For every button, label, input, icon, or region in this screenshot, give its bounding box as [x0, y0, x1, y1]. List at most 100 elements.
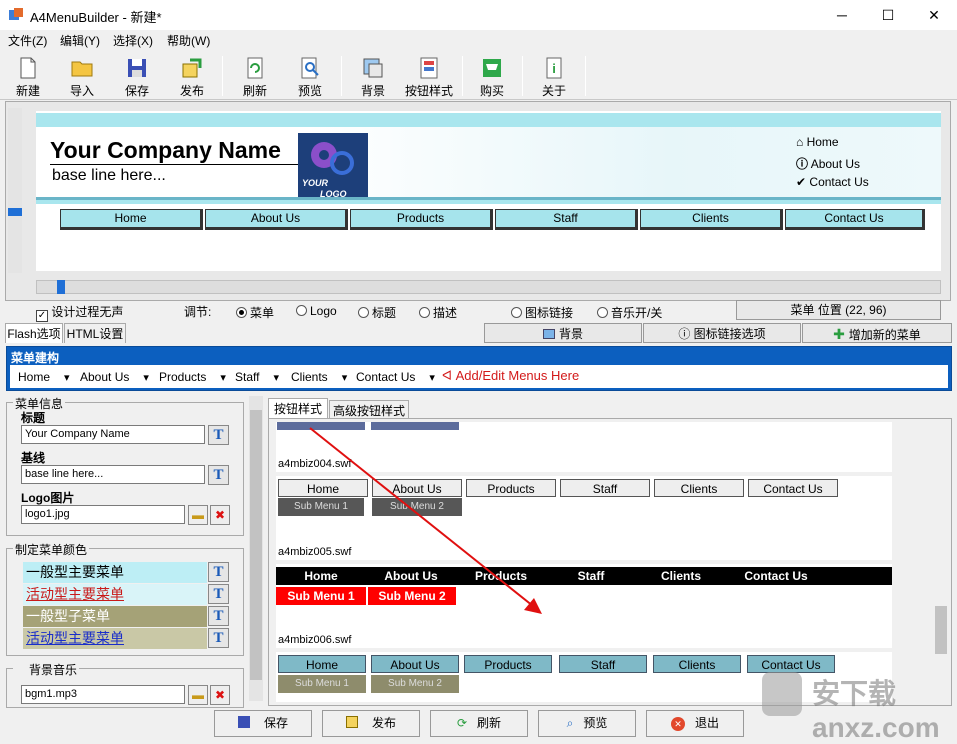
preview-menu-home[interactable]: Home [60, 209, 203, 230]
logo-browse-folder-icon[interactable]: ▬ [188, 505, 208, 525]
tab-button-style[interactable]: 按钮样式 [268, 398, 328, 418]
new-button[interactable]: 新建 [3, 54, 53, 98]
publish-icon [345, 716, 358, 728]
structure-item-products[interactable]: Products [159, 370, 226, 384]
color-active-sub-font-button[interactable]: T [208, 628, 229, 648]
bottom-refresh-button[interactable]: ⟳ 刷新 [430, 710, 528, 737]
radio-music[interactable]: 音乐开/关 [597, 304, 662, 321]
radio-selected-icon [236, 307, 247, 318]
baseline-font-button[interactable]: T [208, 465, 229, 485]
color-active-main[interactable]: 活动型主要菜单 [23, 584, 207, 605]
menu-edit[interactable]: 编辑(Y) [60, 32, 100, 49]
add-new-menu-button[interactable]: ✚ 增加新的菜单 [802, 323, 952, 343]
save-button[interactable]: 保存 [112, 54, 162, 98]
structure-item-contact[interactable]: Contact Us [356, 370, 435, 384]
bottom-save-button[interactable]: 保存 [214, 710, 312, 737]
logo-input[interactable]: logo1.jpg [21, 505, 185, 524]
structure-item-home[interactable]: Home [18, 370, 70, 384]
info-icon: i [546, 57, 562, 79]
title-font-button[interactable]: T [208, 425, 229, 445]
style-list-scrollbar[interactable] [932, 420, 949, 704]
preview-menu-clients[interactable]: Clients [640, 209, 783, 230]
radio-title[interactable]: 标题 [358, 304, 396, 321]
menu-help[interactable]: 帮助(W) [167, 32, 210, 49]
add-edit-menus-link[interactable]: ᐊ Add/Edit Menus Here [442, 368, 579, 384]
import-button[interactable]: 导入 [57, 54, 107, 98]
color-active-main-font-button[interactable]: T [208, 584, 229, 604]
buy-button[interactable]: 购买 [467, 54, 517, 98]
close-button[interactable]: ✕ [911, 0, 957, 30]
publish-button[interactable]: 发布 [167, 54, 217, 98]
window-title: A4MenuBuilder - 新建* [30, 10, 162, 25]
plus-icon: ✚ [833, 326, 849, 342]
radio-logo[interactable]: Logo [296, 304, 337, 318]
top-link-contact[interactable]: ✔ Contact Us [796, 175, 869, 189]
tab-advanced-button-style[interactable]: 高级按钮样式 [329, 400, 409, 420]
button-style-button[interactable]: 按钮样式 [400, 54, 458, 98]
structure-item-clients[interactable]: Clients [291, 370, 347, 384]
color-normal-sub-font-button[interactable]: T [208, 606, 229, 626]
radio-icon [358, 307, 369, 318]
horizontal-ruler-handle[interactable] [57, 280, 65, 294]
toolbar-separator [222, 56, 223, 96]
minimize-button[interactable]: ─ [819, 0, 865, 30]
preview-button[interactable]: 预览 [285, 54, 335, 98]
menu-file[interactable]: 文件(Z) [8, 32, 47, 49]
style-list-scroll-thumb[interactable] [935, 606, 947, 654]
music-browse-folder-icon[interactable]: ▬ [188, 685, 208, 705]
menu-bar: 文件(Z) 编辑(Y) 选择(X) 帮助(W) [0, 30, 957, 50]
bottom-exit-button[interactable]: ✕ 退出 [646, 710, 744, 737]
logo-clear-icon[interactable]: ✖ [210, 505, 230, 525]
preview-menu-about[interactable]: About Us [205, 209, 348, 230]
preview-menu-staff[interactable]: Staff [495, 209, 638, 230]
music-input[interactable]: bgm1.mp3 [21, 685, 185, 704]
color-normal-main[interactable]: 一般型主要菜单 [23, 562, 207, 583]
vertical-ruler-handle[interactable] [8, 208, 22, 216]
exit-icon: ✕ [670, 717, 685, 731]
mute-checkbox[interactable]: ✓ 设计过程无声 [36, 303, 123, 322]
radio-menu[interactable]: 菜单 [236, 304, 274, 321]
about-button[interactable]: i 关于 [529, 54, 579, 98]
radio-icon [419, 307, 430, 318]
music-clear-icon[interactable]: ✖ [210, 685, 230, 705]
color-normal-main-font-button[interactable]: T [208, 562, 229, 582]
new-file-icon [20, 57, 36, 79]
title-input[interactable]: Your Company Name [21, 425, 205, 444]
menu-select[interactable]: 选择(X) [113, 32, 153, 49]
header-strip [36, 113, 941, 127]
left-panel-scrollbar[interactable] [249, 396, 263, 701]
radio-icon [511, 307, 522, 318]
color-normal-sub[interactable]: 一般型子菜单 [23, 606, 207, 627]
folder-icon [71, 61, 93, 77]
background-button[interactable]: 背景 [348, 54, 398, 98]
bottom-publish-button[interactable]: 发布 [322, 710, 420, 737]
color-active-sub[interactable]: 活动型主要菜单 [23, 628, 207, 649]
structure-item-about[interactable]: About Us [80, 370, 149, 384]
icon-link-options-button[interactable]: ⓘ 图标链接选项 [643, 323, 801, 343]
tab-html-settings[interactable]: HTML设置 [64, 323, 126, 343]
preview-canvas: Your Company Name base line here... YOUR… [36, 111, 941, 271]
svg-text:i: i [552, 61, 556, 76]
radio-description[interactable]: 描述 [419, 304, 457, 321]
info-circle-icon: ⓘ [796, 157, 809, 171]
home-icon: ⌂ [796, 135, 804, 149]
preview-menu-products[interactable]: Products [350, 209, 493, 230]
structure-item-staff[interactable]: Staff [235, 370, 279, 384]
bottom-preview-button[interactable]: ⌕ 预览 [538, 710, 636, 737]
radio-icon [597, 307, 608, 318]
left-panel-scroll-thumb[interactable] [250, 410, 262, 680]
top-link-home[interactable]: ⌂ Home [796, 135, 839, 149]
radio-icon-link[interactable]: 图标链接 [511, 304, 573, 321]
button-style-icon [420, 57, 438, 79]
maximize-button[interactable]: ☐ [865, 0, 911, 30]
baseline-input[interactable]: base line here... [21, 465, 205, 484]
refresh-button[interactable]: 刷新 [230, 54, 280, 98]
background-image-icon [542, 329, 555, 339]
background-panel-button[interactable]: 背景 [484, 323, 642, 343]
top-link-about[interactable]: ⓘ About Us [796, 155, 860, 172]
tab-flash-options[interactable]: Flash选项 [5, 323, 63, 343]
menu-structure-panel: 菜单建构 Home About Us Products Staff Client… [6, 346, 952, 391]
preview-menu-contact[interactable]: Contact Us [785, 209, 925, 230]
adjust-label: 调节: [184, 305, 212, 319]
toolbar-separator [341, 56, 342, 96]
